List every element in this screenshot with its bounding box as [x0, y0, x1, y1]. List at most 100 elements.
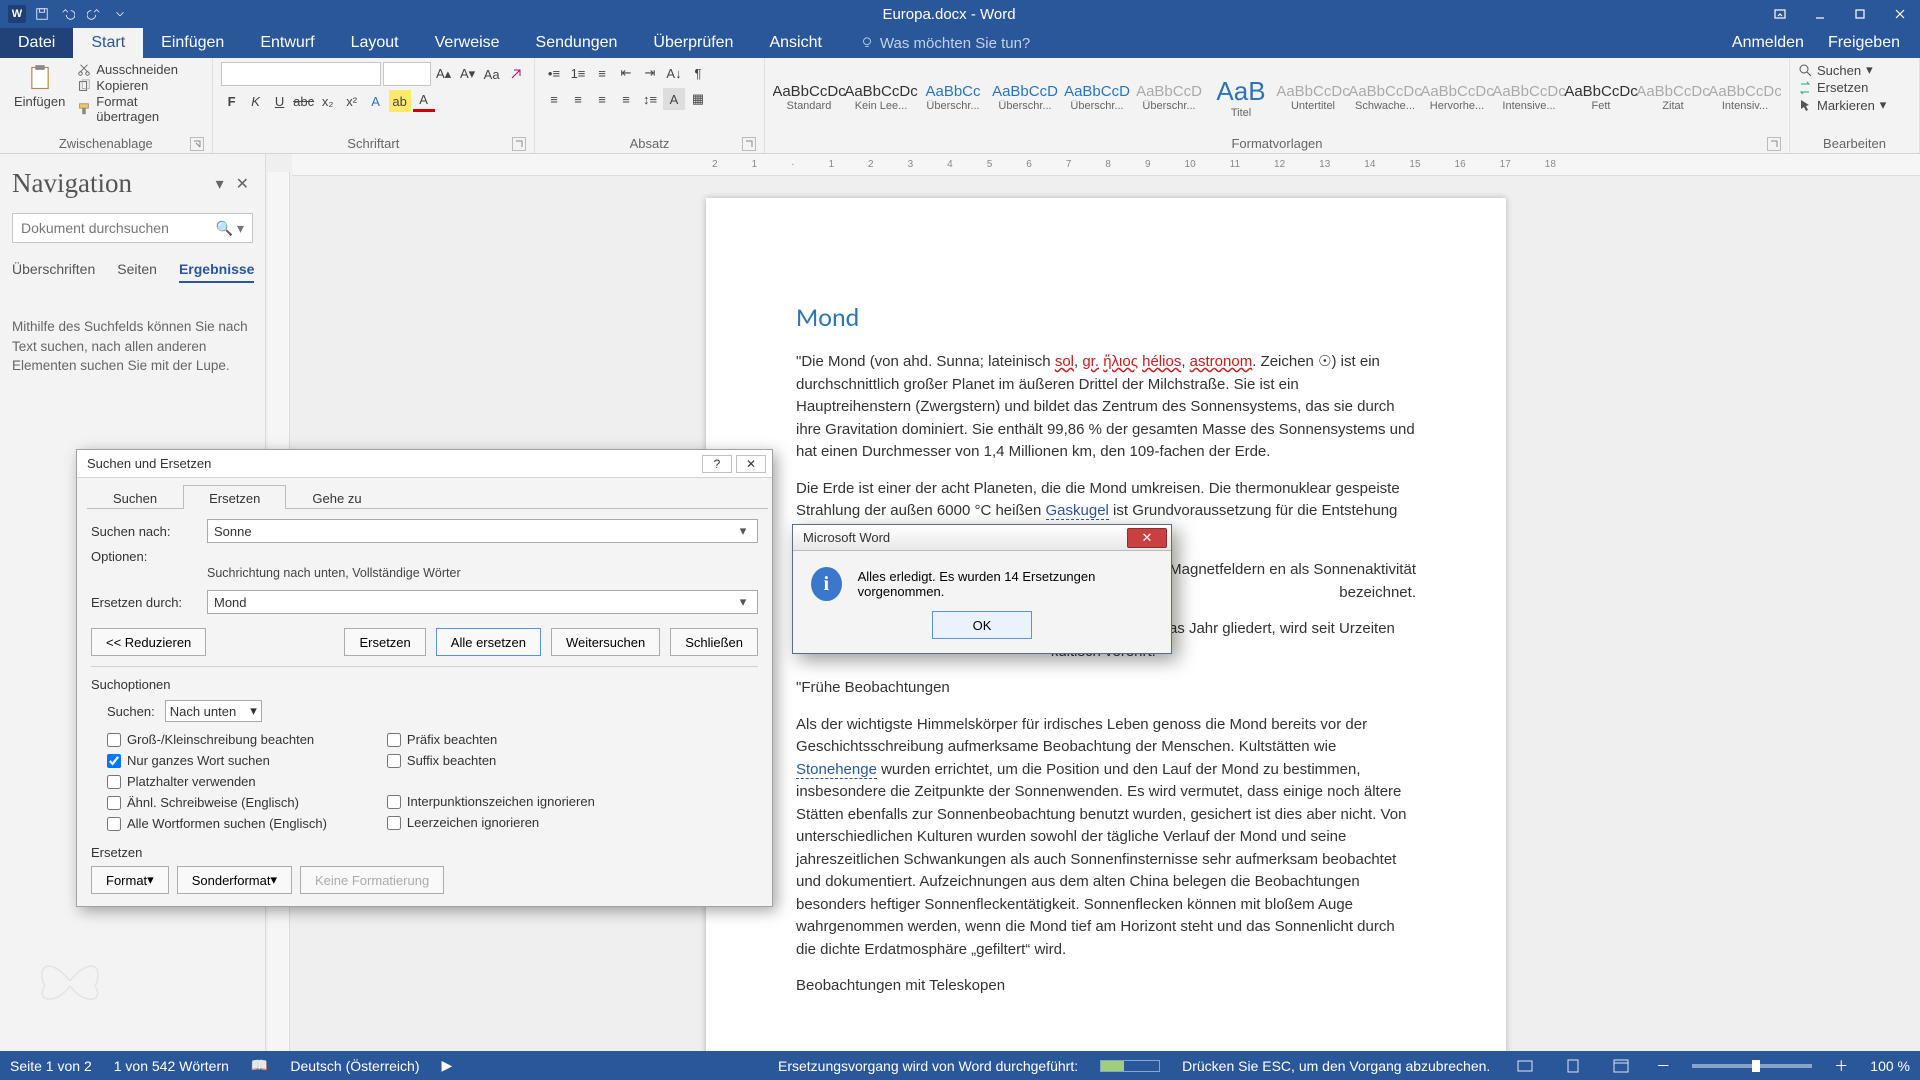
select-button[interactable]: Markieren ▾: [1798, 97, 1886, 113]
numbering-icon[interactable]: 1≡: [567, 62, 589, 84]
font-dialog-launcher[interactable]: [512, 137, 526, 151]
status-words[interactable]: 1 von 542 Wörtern: [114, 1058, 229, 1074]
line-spacing-icon[interactable]: ↕≡: [639, 88, 661, 110]
print-layout-icon[interactable]: [1560, 1056, 1586, 1076]
maximize-icon[interactable]: [1840, 0, 1880, 28]
cut-button[interactable]: Ausschneiden: [77, 62, 203, 77]
italic-button[interactable]: K: [245, 90, 267, 112]
nav-dropdown-icon[interactable]: ▾: [212, 174, 228, 194]
styles-dialog-launcher[interactable]: [1767, 137, 1781, 151]
styles-gallery[interactable]: AaBbCcDcStandard AaBbCcDcKein Lee... AaB…: [773, 62, 1781, 132]
justify-icon[interactable]: ≡: [615, 88, 637, 110]
dialog-close-icon[interactable]: ✕: [736, 455, 766, 473]
replace-all-button[interactable]: Alle ersetzen: [436, 628, 541, 656]
save-icon[interactable]: [32, 4, 52, 24]
copy-button[interactable]: Kopieren: [77, 78, 203, 93]
tab-verweise[interactable]: Verweise: [417, 28, 518, 58]
replace-one-button[interactable]: Ersetzen: [344, 628, 425, 656]
clear-formatting-icon[interactable]: [505, 63, 527, 85]
font-color-icon[interactable]: A: [413, 90, 435, 112]
chevron-down-icon[interactable]: ▾: [735, 523, 751, 539]
horizontal-ruler[interactable]: 21·123456789101112131415161718: [292, 154, 1920, 176]
nav-tab-headings[interactable]: Überschriften: [12, 261, 95, 283]
chevron-down-icon[interactable]: ▾: [735, 594, 751, 610]
tab-file[interactable]: Datei: [0, 28, 73, 58]
replace-button[interactable]: Ersetzen: [1798, 80, 1886, 95]
dialog-titlebar[interactable]: Suchen und Ersetzen ? ✕: [77, 450, 772, 478]
web-layout-icon[interactable]: [1608, 1056, 1634, 1076]
close-icon[interactable]: [1880, 0, 1920, 28]
find-input[interactable]: Sonne▾: [207, 519, 758, 543]
close-button[interactable]: Schließen: [670, 628, 758, 656]
align-left-icon[interactable]: ≡: [543, 88, 565, 110]
status-lang[interactable]: Deutsch (Österreich): [290, 1058, 419, 1074]
zoom-in-icon[interactable]: ＋: [1834, 1056, 1848, 1076]
less-button[interactable]: << Reduzieren: [91, 628, 206, 656]
font-size-input[interactable]: [383, 62, 431, 86]
msgbox-close-icon[interactable]: ✕: [1127, 528, 1167, 548]
tab-ersetzen[interactable]: Ersetzen: [183, 485, 286, 509]
superscript-button[interactable]: x²: [341, 90, 363, 112]
shading-icon[interactable]: A: [663, 88, 685, 110]
tab-layout[interactable]: Layout: [333, 28, 417, 58]
undo-icon[interactable]: [58, 4, 78, 24]
cb-whole-word[interactable]: Nur ganzes Wort suchen: [107, 753, 327, 768]
tab-sendungen[interactable]: Sendungen: [518, 28, 636, 58]
read-mode-icon[interactable]: [1512, 1056, 1538, 1076]
ribbon-display-options-icon[interactable]: [1760, 0, 1800, 28]
bullets-icon[interactable]: •≡: [543, 62, 565, 84]
zoom-slider[interactable]: [1692, 1064, 1812, 1068]
format-painter-button[interactable]: Format übertragen: [77, 94, 203, 124]
tab-suchen[interactable]: Suchen: [87, 485, 183, 509]
decrease-font-icon[interactable]: A▾: [457, 63, 479, 85]
increase-font-icon[interactable]: A▴: [433, 63, 455, 85]
sort-icon[interactable]: A↓: [663, 62, 685, 84]
increase-indent-icon[interactable]: ⇥: [639, 62, 661, 84]
cb-wildcards[interactable]: Platzhalter verwenden: [107, 774, 327, 789]
share-button[interactable]: Freigeben: [1828, 34, 1900, 52]
tab-start[interactable]: Start: [73, 28, 143, 58]
strikethrough-button[interactable]: abc: [293, 90, 315, 112]
nav-search-input[interactable]: Dokument durchsuchen 🔍 ▾: [12, 213, 253, 243]
cb-prefix[interactable]: Präfix beachten: [387, 732, 595, 747]
subscript-button[interactable]: x₂: [317, 90, 339, 112]
search-dir-select[interactable]: Nach unten▾: [165, 700, 262, 722]
nav-close-icon[interactable]: ✕: [232, 174, 253, 194]
cb-match-case[interactable]: Groß-/Kleinschreibung beachten: [107, 732, 327, 747]
find-button[interactable]: Suchen ▾: [1798, 62, 1886, 78]
nav-tab-results[interactable]: Ergebnisse: [179, 261, 254, 283]
highlight-icon[interactable]: ab: [389, 90, 411, 112]
proofing-icon[interactable]: 📖: [251, 1057, 268, 1074]
tab-einfuegen[interactable]: Einfügen: [143, 28, 242, 58]
status-page[interactable]: Seite 1 von 2: [10, 1058, 92, 1074]
macro-icon[interactable]: ▶: [442, 1057, 453, 1074]
cb-word-forms[interactable]: Alle Wortformen suchen (Englisch): [107, 816, 327, 831]
zoom-out-icon[interactable]: －: [1656, 1056, 1670, 1076]
nav-tab-pages[interactable]: Seiten: [117, 261, 157, 283]
ok-button[interactable]: OK: [932, 611, 1032, 639]
find-next-button[interactable]: Weitersuchen: [551, 628, 660, 656]
clipboard-dialog-launcher[interactable]: [190, 137, 204, 151]
cb-suffix[interactable]: Suffix beachten: [387, 753, 595, 768]
msgbox-titlebar[interactable]: Microsoft Word ✕: [793, 525, 1171, 551]
cb-sounds-like[interactable]: Ähnl. Schreibweise (Englisch): [107, 795, 327, 810]
special-button[interactable]: Sonderformat ▾: [177, 866, 292, 894]
tab-ansicht[interactable]: Ansicht: [751, 28, 839, 58]
paragraph-dialog-launcher[interactable]: [742, 137, 756, 151]
tab-gehezu[interactable]: Gehe zu: [286, 485, 387, 509]
multilevel-list-icon[interactable]: ≡: [591, 62, 613, 84]
underline-button[interactable]: U: [269, 90, 291, 112]
tab-ueberpruefen[interactable]: Überprüfen: [635, 28, 751, 58]
show-marks-icon[interactable]: ¶: [687, 62, 709, 84]
decrease-indent-icon[interactable]: ⇤: [615, 62, 637, 84]
align-center-icon[interactable]: ≡: [567, 88, 589, 110]
signin-link[interactable]: Anmelden: [1732, 34, 1804, 52]
minimize-icon[interactable]: [1800, 0, 1840, 28]
qat-customize-icon[interactable]: [110, 4, 130, 24]
cb-ignore-space[interactable]: Leerzeichen ignorieren: [387, 815, 595, 830]
font-family-input[interactable]: [221, 62, 381, 86]
bold-button[interactable]: F: [221, 90, 243, 112]
align-right-icon[interactable]: ≡: [591, 88, 613, 110]
borders-icon[interactable]: ▦: [687, 88, 709, 110]
dialog-help-icon[interactable]: ?: [702, 455, 732, 473]
